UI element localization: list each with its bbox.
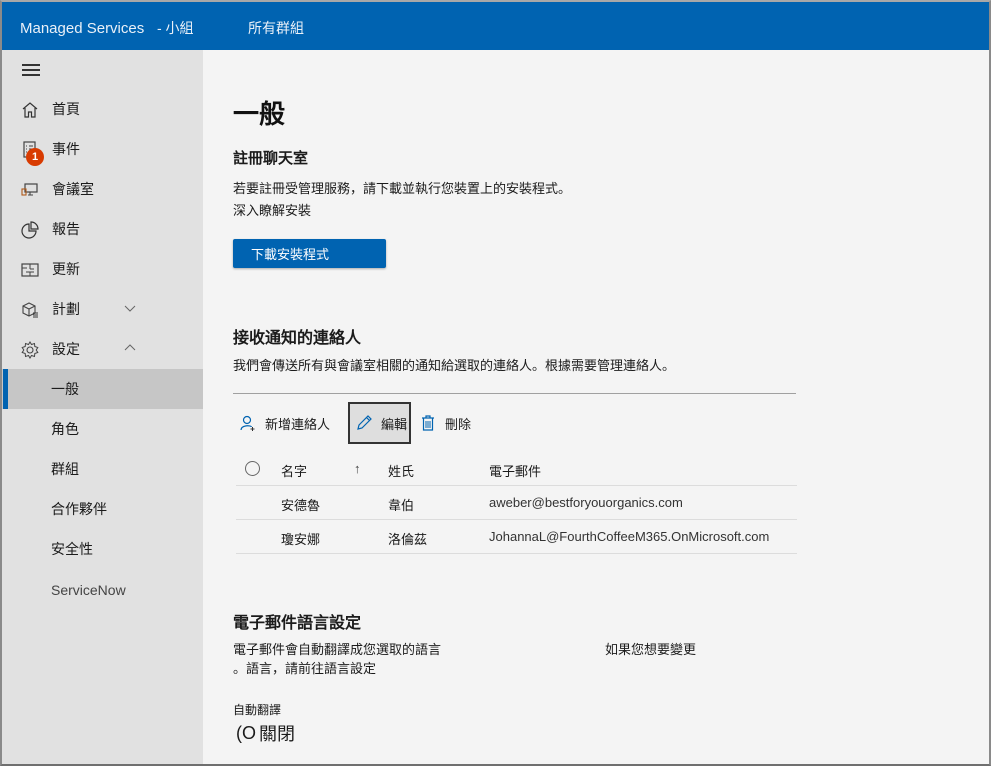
sidebar-item-label: 首頁 bbox=[52, 101, 80, 117]
sidebar-item-partners[interactable]: 合作夥伴 bbox=[2, 489, 203, 529]
incident-count-badge: 1 bbox=[26, 148, 44, 166]
table-header: 名字 ↑ 姓氏 電子郵件 bbox=[236, 452, 797, 486]
hamburger-icon[interactable] bbox=[22, 64, 40, 78]
home-icon bbox=[22, 102, 38, 118]
pie-chart-icon bbox=[21, 221, 39, 239]
main-content: 一般 註冊聊天室 若要註冊受管理服務，請下載並執行您裝置上的安裝程式。 深入瞭解… bbox=[203, 50, 989, 764]
enroll-description: 若要註冊受管理服務，請下載並執行您裝置上的安裝程式。 bbox=[233, 181, 572, 196]
chevron-down-icon[interactable] bbox=[123, 301, 137, 315]
cell-last-name: 韋伯 bbox=[388, 498, 415, 513]
edit-label: 編輯 bbox=[381, 416, 408, 432]
add-person-icon bbox=[240, 415, 255, 431]
language-description-2: 如果您想要變更 bbox=[605, 642, 697, 657]
sidebar-item-label: ServiceNow bbox=[51, 582, 126, 598]
gear-icon bbox=[21, 341, 39, 359]
cell-first-name: 瓊安娜 bbox=[281, 532, 321, 547]
column-header-first-name[interactable]: 名字 bbox=[281, 461, 307, 480]
column-header-last-name[interactable]: 姓氏 bbox=[388, 461, 414, 480]
app-title: Managed Services bbox=[20, 20, 145, 37]
sidebar-item-label: 會議室 bbox=[52, 181, 94, 197]
select-all-radio[interactable] bbox=[245, 461, 260, 476]
contacts-table: 名字 ↑ 姓氏 電子郵件 安德魯 韋伯 aweber@bestforyouorg… bbox=[236, 452, 797, 554]
language-heading: 電子郵件語言設定 bbox=[233, 615, 362, 632]
column-header-email[interactable]: 電子郵件 bbox=[489, 461, 541, 480]
language-description-1: 電子郵件會自動翻譯成您選取的語言 bbox=[233, 642, 442, 657]
sidebar-item-updates[interactable]: 更新 bbox=[2, 249, 203, 289]
sidebar-item-rooms[interactable]: 會議室 bbox=[2, 169, 203, 209]
update-icon bbox=[21, 263, 39, 277]
sidebar-item-label: 事件 bbox=[52, 141, 80, 157]
contacts-heading: 接收通知的連絡人 bbox=[233, 330, 362, 347]
sidebar-item-home[interactable]: 首頁 bbox=[2, 89, 203, 129]
sidebar-item-security[interactable]: 安全性 bbox=[2, 529, 203, 569]
sidebar-item-plans[interactable]: 計劃 bbox=[2, 289, 203, 329]
sidebar-item-label: 一般 bbox=[51, 381, 79, 397]
toggle-indicator: (O bbox=[236, 722, 256, 743]
auto-translate-label: 自動翻譯 bbox=[233, 703, 282, 717]
sidebar-item-label: 群組 bbox=[51, 461, 79, 477]
chevron-up-icon[interactable] bbox=[123, 341, 137, 355]
sidebar-item-label: 合作夥伴 bbox=[51, 501, 107, 517]
contacts-description: 我們會傳送所有與會議室相關的通知給選取的連絡人。根據需要管理連絡人。 bbox=[233, 358, 676, 373]
learn-more-link[interactable]: 深入瞭解安裝 bbox=[233, 200, 311, 219]
trash-icon bbox=[422, 415, 434, 431]
sidebar-item-label: 設定 bbox=[52, 341, 80, 357]
all-groups-link[interactable]: 所有群組 bbox=[248, 18, 304, 38]
add-contact-button[interactable]: 新增連絡人 bbox=[239, 402, 330, 444]
package-icon bbox=[22, 302, 38, 318]
device-icon bbox=[21, 183, 38, 196]
table-row[interactable]: 瓊安娜 洛倫茲 JohannaL@FourthCoffeeM365.OnMicr… bbox=[236, 520, 797, 554]
sidebar-item-servicenow[interactable]: ServiceNow bbox=[2, 570, 203, 610]
sidebar-item-label: 計劃 bbox=[52, 301, 80, 317]
sidebar-item-settings[interactable]: 設定 bbox=[2, 329, 203, 369]
enroll-heading: 註冊聊天室 bbox=[233, 150, 309, 167]
add-contact-label: 新增連絡人 bbox=[265, 416, 331, 432]
group-label: - 小組 bbox=[157, 20, 194, 36]
sidebar-item-label: 更新 bbox=[52, 261, 80, 277]
edit-button[interactable]: 編輯 bbox=[348, 402, 411, 444]
sidebar-item-groups[interactable]: 群組 bbox=[2, 449, 203, 489]
page-title: 一般 bbox=[233, 99, 286, 129]
sidebar-item-label: 安全性 bbox=[51, 541, 93, 557]
cell-first-name: 安德魯 bbox=[281, 498, 321, 513]
table-row[interactable]: 安德魯 韋伯 aweber@bestforyouorganics.com bbox=[236, 486, 797, 520]
toggle-state-label: 關閉 bbox=[259, 724, 295, 744]
cell-last-name: 洛倫茲 bbox=[388, 532, 428, 547]
cell-email: JohannaL@FourthCoffeeM365.OnMicrosoft.co… bbox=[489, 529, 770, 544]
sidebar-item-reports[interactable]: 報告 bbox=[2, 209, 203, 249]
cell-email: aweber@bestforyouorganics.com bbox=[489, 495, 683, 510]
sidebar-item-general[interactable]: 一般 bbox=[2, 369, 203, 409]
sidebar-item-roles[interactable]: 角色 bbox=[2, 409, 203, 449]
delete-button[interactable]: 刪除 bbox=[419, 402, 471, 444]
pencil-icon bbox=[357, 415, 372, 430]
sidebar-item-label: 報告 bbox=[52, 221, 80, 237]
auto-translate-toggle[interactable]: (O 關閉 bbox=[236, 720, 295, 746]
delete-label: 刪除 bbox=[445, 416, 472, 432]
download-installer-button[interactable]: 下載安裝程式 bbox=[233, 239, 386, 268]
sort-ascending-icon[interactable]: ↑ bbox=[354, 461, 361, 476]
divider bbox=[233, 393, 796, 394]
language-settings-link[interactable]: 。語言，請前往語言設定 bbox=[233, 658, 376, 677]
sidebar-item-label: 角色 bbox=[51, 421, 79, 437]
top-bar: Managed Services - 小組 所有群組 bbox=[2, 2, 989, 50]
